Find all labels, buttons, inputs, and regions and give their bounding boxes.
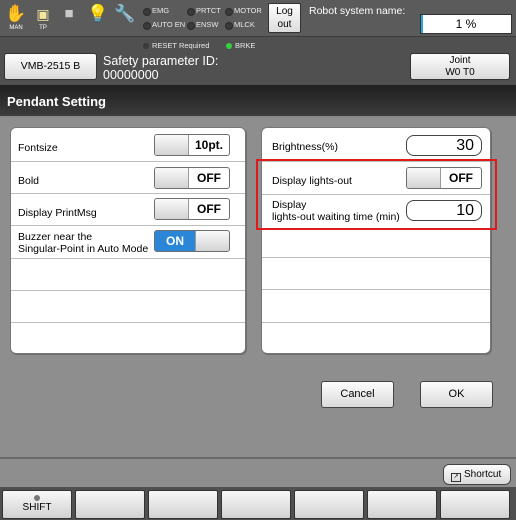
logout-button[interactable]: Log out [268,3,301,33]
empty-row [11,259,245,291]
buzzer-singular-point-toggle[interactable]: ON [154,230,230,252]
setting-row-bold: Bold OFF [11,162,245,194]
fontsize-toggle[interactable]: 10pt. [154,134,230,156]
page-title: Pendant Setting [7,94,106,109]
safety-parameter-id: Safety parameter ID: 00000000 [103,54,219,82]
ok-button[interactable]: OK [420,381,493,408]
empty-row [11,291,245,323]
function-key-bar: SHIFT [0,487,516,520]
teach-pendant-icon[interactable]: ▣ TP [30,4,56,34]
function-key-7[interactable] [440,490,510,519]
left-settings-panel: Fontsize 10pt. Bold OFF Display PrintMsg… [10,127,246,354]
function-key-4[interactable] [221,490,291,519]
indicator-prtct: PRTCT [187,5,221,17]
setting-row-brightness: Brightness(%) 30 [262,128,490,162]
empty-row [262,258,490,290]
status-bar: ✋ MAN ▣ TP ■ 💡 🔧 EMG PRTCT MOTOR AUTO EN… [0,0,516,37]
indicator-reset-required: RESET Required [143,41,209,51]
setting-row-buzzer: Buzzer near the Singular-Point in Auto M… [11,226,245,259]
stop-square-icon[interactable]: ■ [56,4,82,34]
function-key-shift[interactable]: SHIFT [2,490,72,519]
title-bar: Pendant Setting [0,85,516,118]
indicator-emg: EMG [143,5,169,17]
indicator-mlck: MLCK [225,19,255,31]
function-key-5[interactable] [294,490,364,519]
joint-mode-button[interactable]: Joint W0 T0 [410,53,510,80]
highlight-box [256,159,497,230]
shortcut-icon: ↗ [451,473,461,482]
hand-icon[interactable]: ✋ MAN [3,4,29,34]
robot-select-button[interactable]: VMB-2515 B [4,53,97,80]
setting-row-fontsize: Fontsize 10pt. [11,128,245,162]
progress-bar: 1 % [420,14,512,34]
progress-text: 1 % [455,17,477,31]
bold-toggle[interactable]: OFF [154,167,230,189]
function-key-3[interactable] [148,490,218,519]
lightbulb-icon[interactable]: 💡 [85,4,111,34]
function-key-2[interactable] [75,490,145,519]
display-printmsg-toggle[interactable]: OFF [154,198,230,220]
indicator-ensw: ENSW [187,19,219,31]
empty-row [262,229,490,258]
robot-system-name-label: Robot system name: [309,5,406,17]
indicator-motor: MOTOR [225,5,262,17]
indicator-auto-en: AUTO EN [143,19,185,31]
divider [0,457,516,459]
cancel-button[interactable]: Cancel [321,381,394,408]
setting-row-display-printmsg: Display PrintMsg OFF [11,194,245,226]
shift-indicator-icon [34,495,40,501]
brightness-field[interactable]: 30 [406,135,482,156]
function-key-6[interactable] [367,490,437,519]
shortcut-button[interactable]: ↗ Shortcut [443,464,511,485]
indicator-brke: BRKE [226,41,255,51]
header-bar: RESET Required BRKE VMB-2515 B Safety pa… [0,37,516,85]
wrench-icon[interactable]: 🔧 [112,4,138,34]
empty-row [262,290,490,323]
